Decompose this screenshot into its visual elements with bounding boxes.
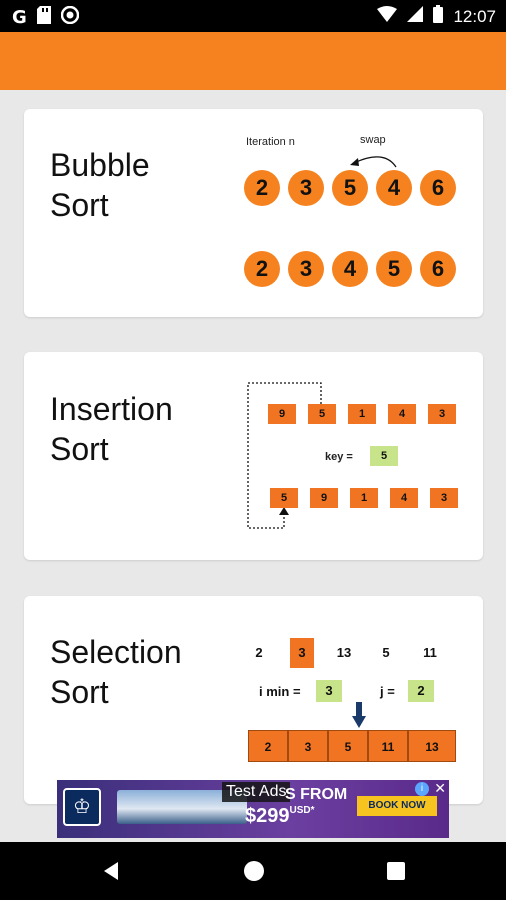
selection-top-cell: 5 [382, 645, 390, 660]
iteration-label: Iteration n [246, 136, 295, 148]
bubble-row2-cell: 2 [244, 251, 280, 287]
home-button[interactable] [239, 856, 269, 886]
status-right: 12:07 [377, 5, 496, 28]
bubble-row2-cell: 3 [288, 251, 324, 287]
title-line: Sort [50, 674, 109, 710]
selection-bottom-cell: 11 [368, 730, 408, 762]
selection-top-cell: 2 [255, 645, 263, 660]
title-line: Insertion [50, 391, 173, 427]
insertion-row2-cell: 4 [390, 488, 418, 508]
title-line: Sort [50, 187, 109, 223]
cruise-logo-icon: ♔ [63, 788, 101, 826]
signal-icon [407, 6, 424, 27]
bubble-row1-cell: 3 [288, 170, 324, 206]
ad-info-icon[interactable]: i [415, 782, 429, 796]
insertion-row1-cell: 9 [268, 404, 296, 424]
insertion-row2-cell: 1 [350, 488, 378, 508]
app-bar [0, 32, 506, 90]
j-value: 2 [408, 680, 434, 702]
imin-label: i min = [259, 684, 301, 699]
pointer-arrow-icon [352, 702, 366, 728]
test-ads-label: Test Ads [222, 782, 291, 802]
battery-icon [433, 5, 444, 28]
insertion-row1-cell: 5 [308, 404, 336, 424]
key-value: 5 [370, 446, 398, 466]
selection-top-cell: 11 [423, 645, 437, 660]
selection-sort-card[interactable]: Selection Sort 2 3 13 5 11 i min = 3 j =… [24, 596, 483, 804]
bubble-row1-cell: 5 [332, 170, 368, 206]
insertion-path-arrow-icon [247, 382, 322, 529]
back-button[interactable] [96, 856, 126, 886]
insertion-row1-cell: 1 [348, 404, 376, 424]
bubble-sort-card[interactable]: Bubble Sort Iteration n swap 2 3 5 4 6 2… [24, 109, 483, 317]
card-title: Insertion Sort [50, 389, 173, 469]
title-line: Bubble [50, 147, 150, 183]
selection-bottom-cell: 2 [248, 730, 288, 762]
insertion-sort-card[interactable]: Insertion Sort 9 5 1 4 3 key = 5 5 9 1 4… [24, 352, 483, 560]
recents-button[interactable] [381, 856, 411, 886]
status-left: G [12, 5, 80, 29]
book-now-button[interactable]: BOOK NOW [357, 796, 437, 816]
insertion-row2-cell: 3 [430, 488, 458, 508]
sync-circle-icon [60, 5, 80, 29]
recents-square-icon [387, 862, 405, 880]
bubble-row2-cell: 5 [376, 251, 412, 287]
selection-bottom-cell: 5 [328, 730, 368, 762]
selection-bottom-cell: 3 [288, 730, 328, 762]
bubble-row1-cell: 2 [244, 170, 280, 206]
ad-banner[interactable]: ♔ Test Ads S FROM $299USD* BOOK NOW i ✕ [57, 780, 449, 838]
ad-price-value: $299 [245, 805, 290, 827]
selection-top-cell-highlight: 3 [290, 638, 314, 668]
card-title: Selection Sort [50, 632, 182, 712]
card-title: Bubble Sort [50, 145, 150, 225]
key-label: key = [325, 451, 353, 463]
bubble-row1-cell: 6 [420, 170, 456, 206]
wifi-icon [377, 6, 398, 27]
bubble-row2-cell: 6 [420, 251, 456, 287]
insertion-row2-cell: 5 [270, 488, 298, 508]
ad-price-suffix: USD* [289, 805, 315, 816]
google-g-icon: G [12, 7, 27, 28]
swap-label: swap [360, 134, 386, 146]
title-line: Sort [50, 431, 109, 467]
navigation-bar [0, 842, 506, 900]
bubble-row2-cell: 4 [332, 251, 368, 287]
insertion-row2-cell: 9 [310, 488, 338, 508]
swap-arrow-icon [350, 156, 397, 168]
selection-top-cell: 13 [336, 645, 352, 660]
back-triangle-icon [104, 862, 118, 880]
title-line: Selection [50, 634, 182, 670]
status-time: 12:07 [453, 6, 496, 26]
status-bar: G 12:07 [0, 0, 506, 32]
bubble-row1-cell: 4 [376, 170, 412, 206]
insertion-row1-cell: 4 [388, 404, 416, 424]
ad-close-icon[interactable]: ✕ [434, 780, 446, 797]
ad-price: $299USD* [245, 805, 315, 828]
sd-card-icon [36, 6, 51, 29]
j-label: j = [380, 684, 395, 699]
selection-bottom-cell: 13 [408, 730, 456, 762]
ad-from-text: S FROM [285, 786, 348, 803]
home-circle-icon [244, 861, 264, 881]
imin-value: 3 [316, 680, 342, 702]
insertion-row1-cell: 3 [428, 404, 456, 424]
